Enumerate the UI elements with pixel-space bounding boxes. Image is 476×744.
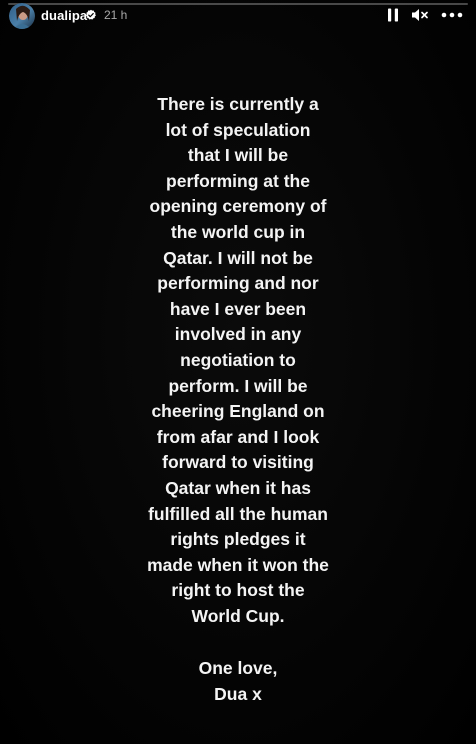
text-line: performing and nor [157, 273, 319, 294]
text-line: opening ceremony of [149, 196, 327, 217]
more-options-button[interactable] [440, 5, 464, 25]
story-header: dualipa 21 h [0, 0, 476, 34]
story-timestamp: 21 h [104, 8, 128, 22]
mute-button[interactable] [410, 5, 430, 25]
text-line: perform. I will be [168, 375, 308, 396]
text-line: World Cup. [191, 605, 285, 626]
avatar-image [9, 3, 35, 29]
text-line: cheering England on [151, 401, 325, 422]
verified-badge-icon [86, 9, 96, 20]
signoff-line: One love, [198, 658, 278, 679]
text-line: right to host the [171, 580, 305, 601]
text-line: from afar and I look [156, 426, 320, 447]
profile-avatar[interactable] [9, 3, 35, 29]
text-line: that I will be [187, 145, 289, 166]
text-line: performing at the [166, 170, 310, 191]
text-line: made when it won the [147, 554, 329, 575]
signoff-line: Dua x [214, 684, 262, 705]
story-text: There is currently a lot of speculation … [100, 92, 376, 708]
story-viewer[interactable]: dualipa 21 h There is currently a lot of… [0, 0, 476, 744]
text-line: negotiation to [180, 349, 296, 370]
text-line: Qatar. I will not be [163, 247, 313, 268]
text-line: forward to visiting [162, 452, 314, 473]
speaker-muted-icon [412, 9, 428, 21]
pause-button[interactable] [384, 5, 402, 25]
text-line: the world cup in [170, 221, 306, 242]
pause-icon [388, 8, 398, 22]
username[interactable]: dualipa [41, 8, 87, 23]
text-line: rights pledges it [170, 529, 306, 550]
text-line: have I ever been [169, 298, 307, 319]
more-options-icon [441, 12, 463, 18]
text-line: There is currently a [157, 94, 319, 114]
text-line: Qatar when it has [165, 477, 311, 498]
text-line: lot of speculation [165, 119, 311, 140]
statement-paragraph: There is currently a lot of speculation … [100, 92, 376, 629]
text-line: involved in any [174, 324, 302, 345]
signoff-paragraph: One love, Dua x [100, 656, 376, 707]
text-line: fulfilled all the human [148, 503, 328, 524]
